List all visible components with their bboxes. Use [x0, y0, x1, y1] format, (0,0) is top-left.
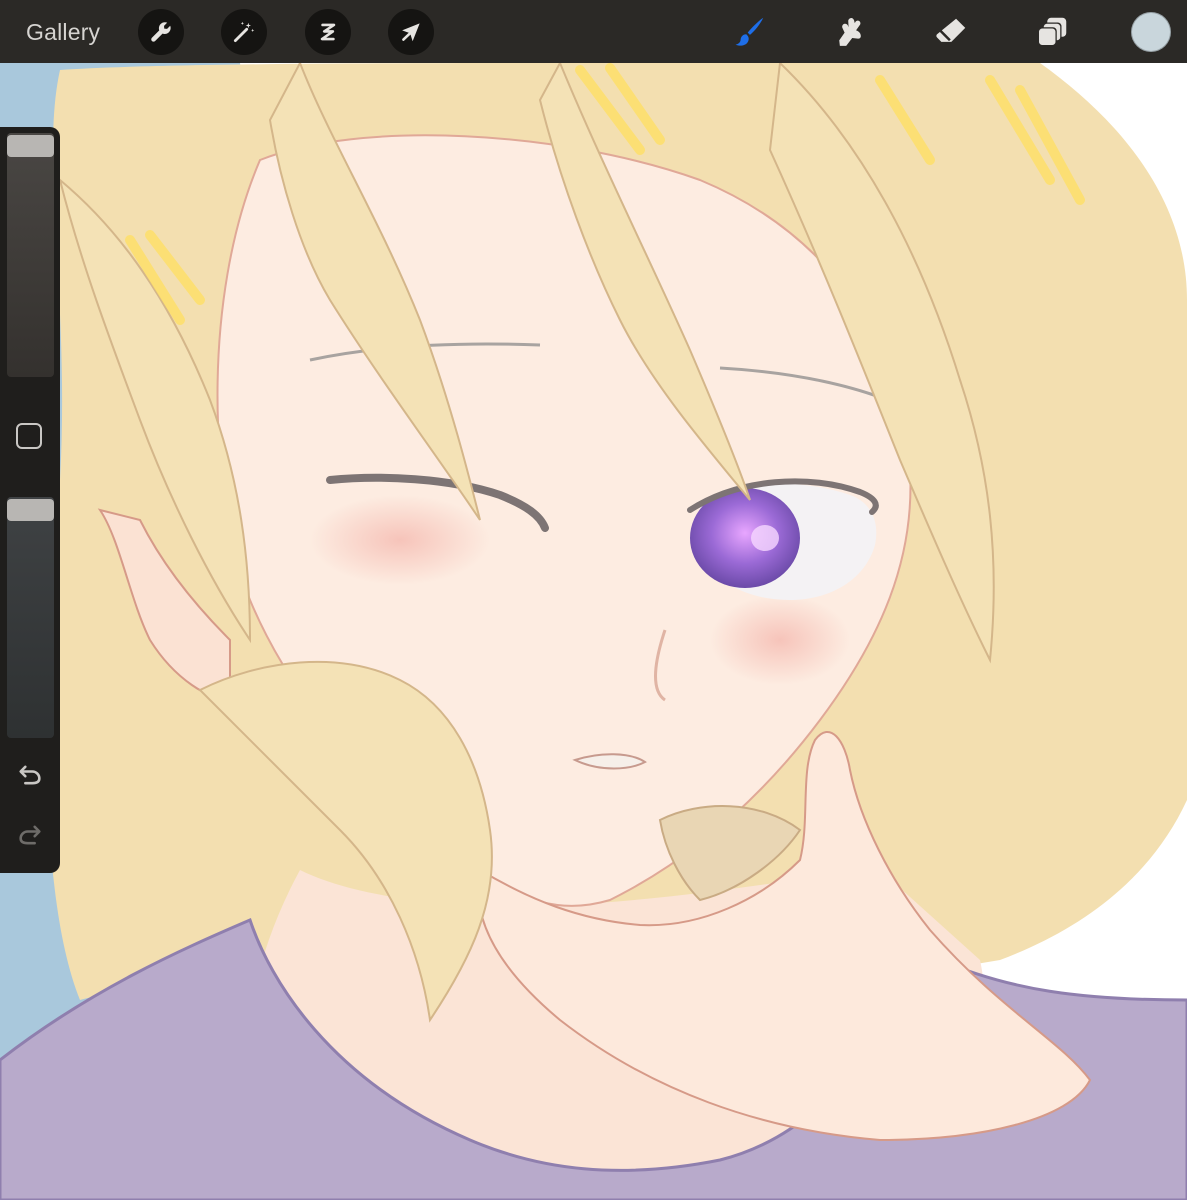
brush-opacity-slider[interactable] — [7, 497, 54, 738]
gallery-button[interactable]: Gallery — [26, 16, 100, 48]
color-picker-button[interactable] — [1131, 12, 1171, 52]
actions-button[interactable] — [138, 9, 184, 55]
undo-arrow-icon — [19, 765, 41, 785]
eraser-icon — [936, 18, 966, 42]
selection-s-icon — [320, 23, 336, 41]
drawing-canvas[interactable] — [0, 63, 1187, 1200]
side-toolbar — [0, 127, 60, 873]
smudge-tool-button[interactable] — [828, 10, 872, 54]
redo-button[interactable] — [14, 819, 46, 851]
redo-arrow-icon — [19, 825, 41, 845]
top-toolbar: Gallery — [0, 0, 1187, 63]
canvas-artwork — [0, 63, 1187, 1200]
blush-left — [310, 495, 490, 585]
selection-button[interactable] — [305, 9, 351, 55]
arrow-cursor-icon — [402, 23, 420, 42]
layers-button[interactable] — [1030, 10, 1074, 54]
wrench-icon — [151, 22, 171, 42]
modifier-button[interactable] — [16, 423, 42, 449]
paint-tool-button[interactable] — [727, 10, 771, 54]
magic-wand-icon — [233, 21, 255, 43]
undo-button[interactable] — [14, 759, 46, 791]
brush-opacity-thumb[interactable] — [7, 499, 54, 521]
adjustments-button[interactable] — [221, 9, 267, 55]
brush-size-thumb[interactable] — [7, 135, 54, 157]
blush-right — [710, 595, 850, 685]
brush-size-slider[interactable] — [7, 133, 54, 377]
erase-tool-button[interactable] — [929, 10, 973, 54]
layers-icon — [1037, 17, 1067, 47]
procreate-app: Gallery — [0, 0, 1187, 1200]
brush-icon — [735, 17, 764, 46]
eye-highlight — [751, 525, 779, 551]
smudge-icon — [839, 18, 861, 46]
transform-button[interactable] — [388, 9, 434, 55]
